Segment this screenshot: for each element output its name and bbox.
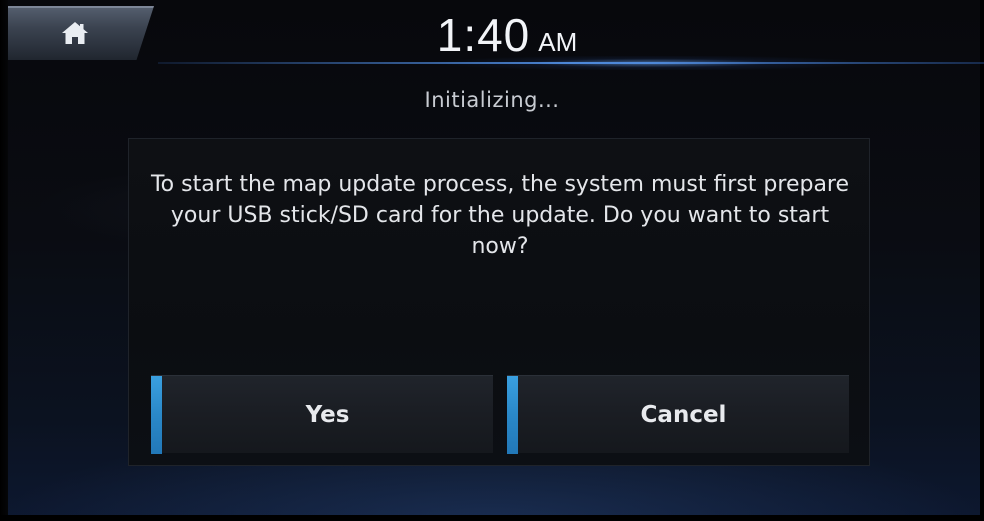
dialog-buttons: Yes Cancel [151, 375, 851, 454]
yes-button-accent [151, 376, 162, 454]
yes-button[interactable]: Yes [151, 375, 493, 454]
infotainment-screen: 1:40 AM Initializing... To start the map … [0, 0, 984, 521]
bezel-right [980, 0, 984, 521]
cancel-button-label: Cancel [640, 402, 727, 428]
yes-button-label: Yes [305, 402, 350, 428]
cancel-button-accent [507, 376, 518, 454]
clock: 1:40 AM [0, 8, 984, 62]
status-bar: 1:40 AM [0, 0, 984, 70]
bezel-bottom [0, 515, 984, 521]
cancel-button[interactable]: Cancel [507, 375, 849, 454]
confirm-dialog: To start the map update process, the sys… [128, 138, 870, 466]
bezel-left [0, 0, 8, 521]
dialog-message: To start the map update process, the sys… [150, 172, 850, 259]
status-text: Initializing... [424, 88, 560, 112]
clock-time: 1:40 [436, 9, 531, 61]
clock-ampm: AM [538, 27, 578, 57]
status-divider-line [158, 62, 984, 64]
